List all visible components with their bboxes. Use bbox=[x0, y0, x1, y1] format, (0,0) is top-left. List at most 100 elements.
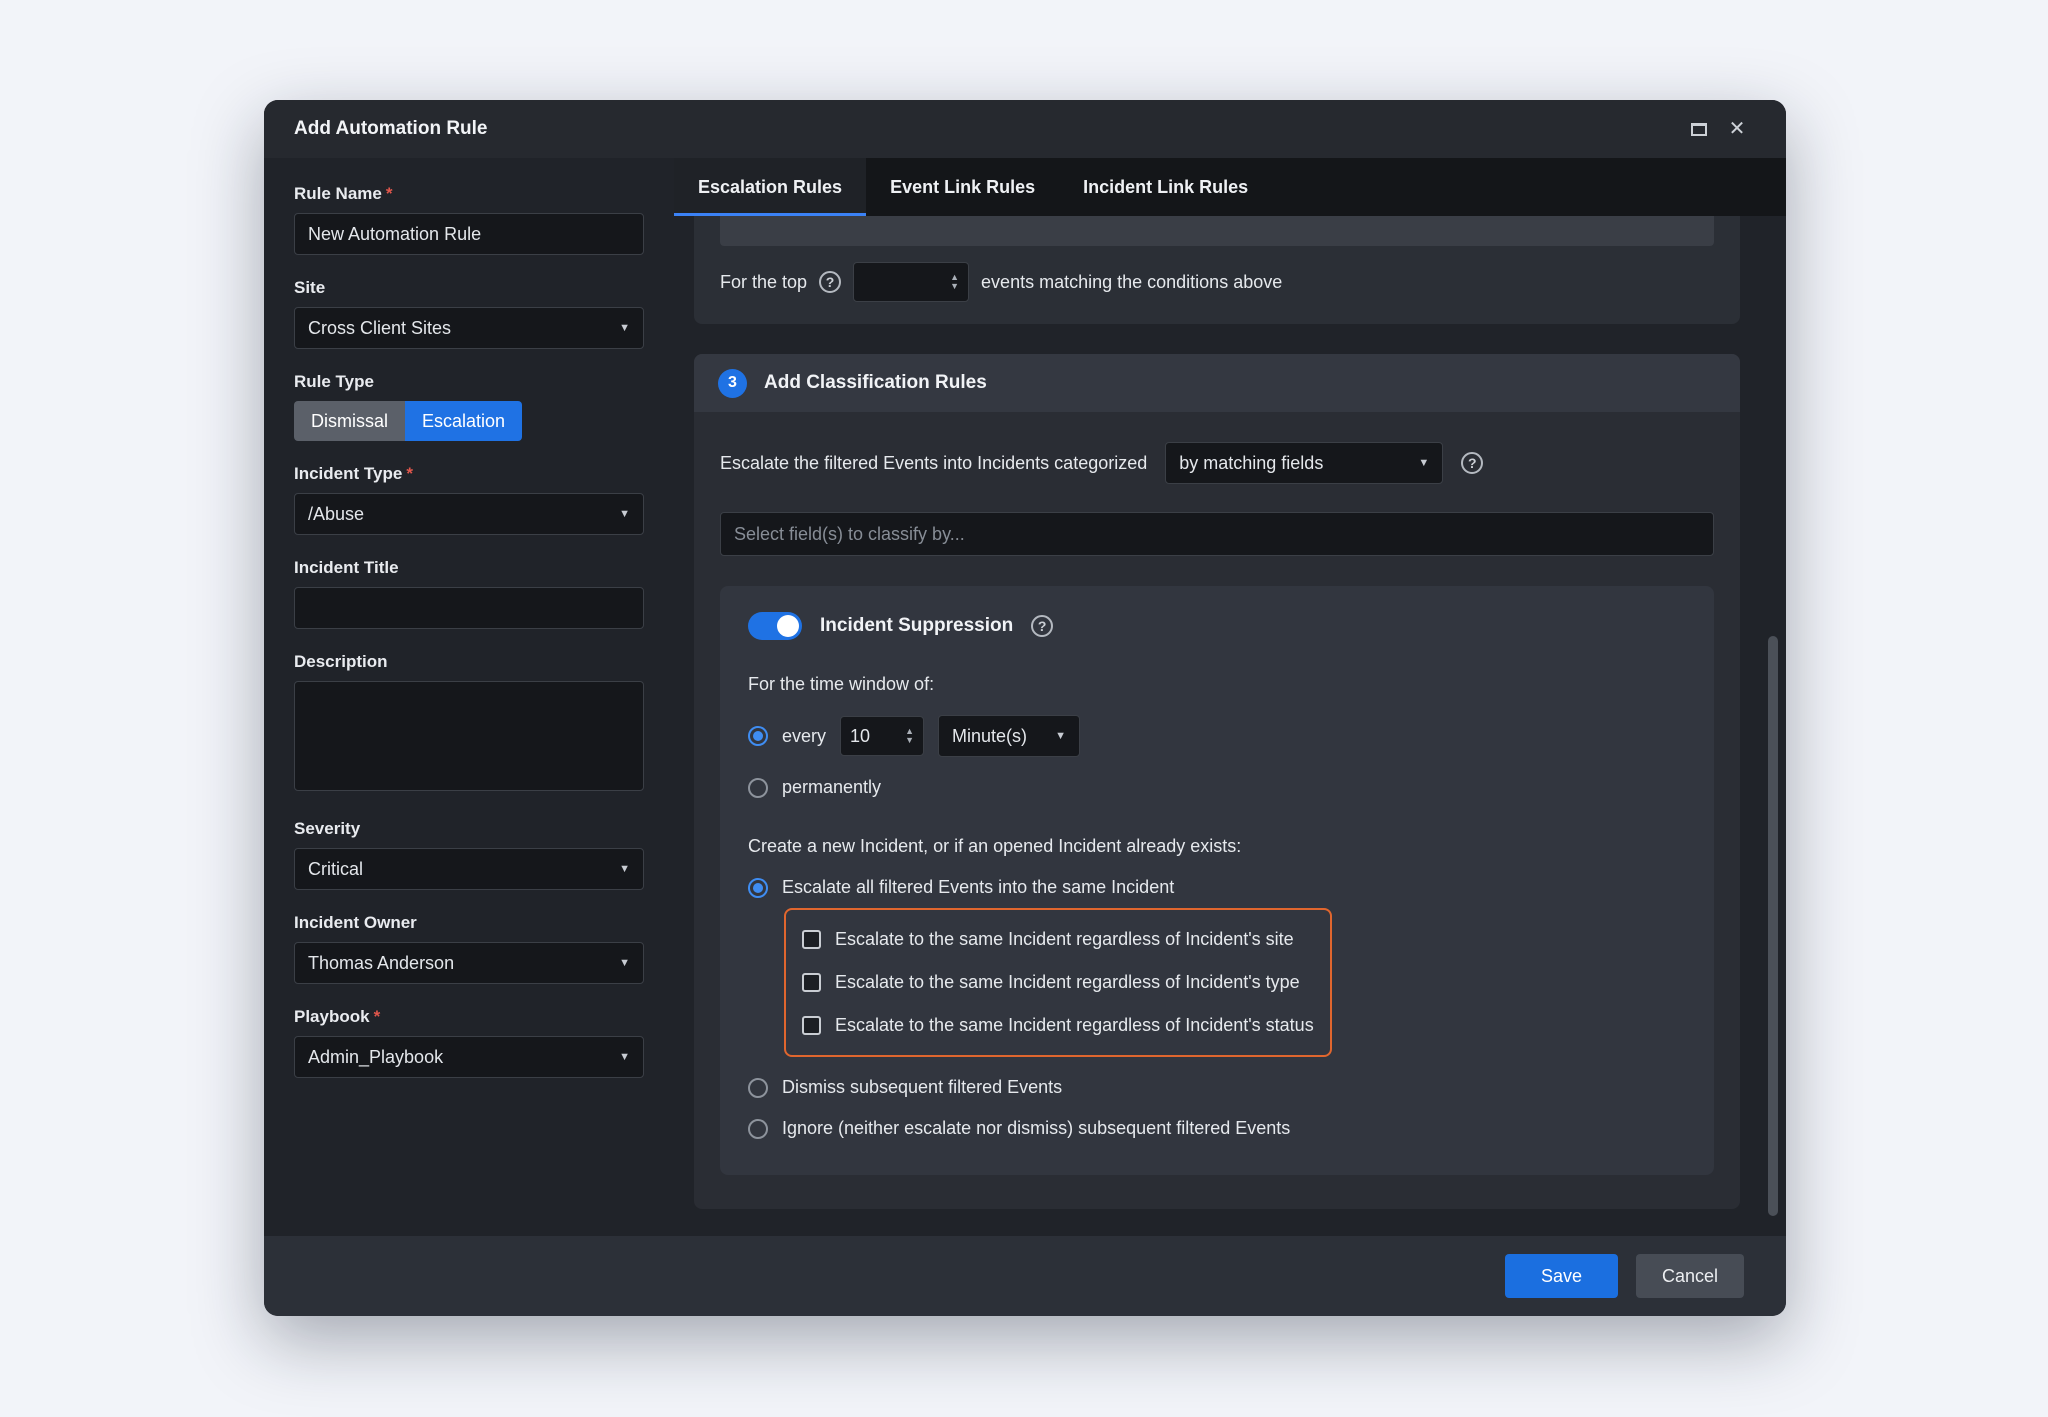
create-incident-prompt: Create a new Incident, or if an opened I… bbox=[748, 836, 1686, 857]
incident-type-label-text: Incident Type bbox=[294, 464, 402, 483]
playbook-label-text: Playbook bbox=[294, 1007, 370, 1026]
regardless-options-box: Escalate to the same Incident regardless… bbox=[784, 908, 1332, 1057]
categorize-method-select[interactable]: by matching fields ▼ bbox=[1165, 442, 1443, 484]
chevron-down-icon: ▼ bbox=[1418, 457, 1429, 469]
help-icon[interactable]: ? bbox=[1461, 452, 1483, 474]
close-button[interactable]: ✕ bbox=[1718, 110, 1756, 148]
dialog-body: Rule Name* Site Cross Client Sites ▼ Rul… bbox=[264, 158, 1786, 1236]
regardless-type-checkbox[interactable] bbox=[802, 973, 821, 992]
interval-stepper[interactable]: 10 ▲▼ bbox=[840, 716, 924, 756]
regardless-type-row: Escalate to the same Incident regardless… bbox=[802, 961, 1314, 1004]
classification-section-body: Escalate the filtered Events into Incide… bbox=[694, 412, 1740, 1209]
tab-escalation-rules[interactable]: Escalation Rules bbox=[674, 158, 866, 216]
chevron-down-icon: ▼ bbox=[619, 957, 630, 969]
permanently-label: permanently bbox=[782, 777, 881, 798]
escalation-button[interactable]: Escalation bbox=[405, 401, 522, 441]
incident-type-label: Incident Type* bbox=[294, 464, 644, 484]
field-site: Site Cross Client Sites ▼ bbox=[294, 278, 644, 349]
categorize-method-value: by matching fields bbox=[1179, 453, 1323, 474]
description-label: Description bbox=[294, 652, 644, 672]
incident-suppression-toggle[interactable] bbox=[748, 612, 802, 640]
regardless-site-label: Escalate to the same Incident regardless… bbox=[835, 929, 1294, 950]
maximize-button[interactable] bbox=[1680, 110, 1718, 148]
chevron-down-icon: ▼ bbox=[619, 322, 630, 334]
dismiss-label: Dismiss subsequent filtered Events bbox=[782, 1077, 1062, 1098]
rules-main-panel: Escalation Rules Event Link Rules Incide… bbox=[674, 158, 1786, 1236]
severity-select[interactable]: Critical ▼ bbox=[294, 848, 644, 890]
regardless-status-row: Escalate to the same Incident regardless… bbox=[802, 1004, 1314, 1047]
top-count-row: For the top ? ▲▼ events matching the con… bbox=[720, 262, 1714, 302]
dialog-header: Add Automation Rule ✕ bbox=[264, 100, 1786, 158]
chevron-down-icon: ▼ bbox=[619, 863, 630, 875]
regardless-site-checkbox[interactable] bbox=[802, 930, 821, 949]
permanently-radio-row: permanently bbox=[748, 777, 1686, 798]
tab-incident-link-rules[interactable]: Incident Link Rules bbox=[1059, 158, 1272, 216]
escalate-same-radio[interactable] bbox=[748, 878, 768, 898]
cancel-button[interactable]: Cancel bbox=[1636, 1254, 1744, 1298]
ignore-label: Ignore (neither escalate nor dismiss) su… bbox=[782, 1118, 1290, 1139]
severity-select-value: Critical bbox=[308, 859, 363, 880]
field-playbook: Playbook* Admin_Playbook ▼ bbox=[294, 1007, 644, 1078]
time-unit-value: Minute(s) bbox=[952, 726, 1027, 747]
time-unit-select[interactable]: Minute(s) ▼ bbox=[938, 715, 1080, 757]
stepper-arrows: ▲▼ bbox=[905, 727, 914, 745]
step-number-badge: 3 bbox=[718, 369, 747, 398]
description-textarea[interactable] bbox=[294, 681, 644, 791]
rule-name-input[interactable] bbox=[294, 213, 644, 255]
every-radio[interactable] bbox=[748, 726, 768, 746]
event-limit-panel: For the top ? ▲▼ events matching the con… bbox=[694, 216, 1740, 324]
dismiss-radio[interactable] bbox=[748, 1078, 768, 1098]
permanently-radio[interactable] bbox=[748, 778, 768, 798]
incident-owner-select[interactable]: Thomas Anderson ▼ bbox=[294, 942, 644, 984]
vertical-scrollbar[interactable] bbox=[1768, 636, 1778, 1216]
rule-type-segmented: Dismissal Escalation bbox=[294, 401, 522, 441]
rule-name-label: Rule Name* bbox=[294, 184, 644, 204]
truncated-field[interactable] bbox=[720, 216, 1714, 246]
incident-suppression-title: Incident Suppression bbox=[820, 615, 1013, 637]
help-icon[interactable]: ? bbox=[1031, 615, 1053, 637]
dismiss-radio-row: Dismiss subsequent filtered Events bbox=[748, 1077, 1686, 1098]
dismissal-button[interactable]: Dismissal bbox=[294, 401, 405, 441]
every-radio-row: every 10 ▲▼ Minute(s) ▼ bbox=[748, 715, 1686, 757]
field-incident-owner: Incident Owner Thomas Anderson ▼ bbox=[294, 913, 644, 984]
help-icon[interactable]: ? bbox=[819, 271, 841, 293]
incident-type-select-value: /Abuse bbox=[308, 504, 364, 525]
save-button[interactable]: Save bbox=[1505, 1254, 1618, 1298]
regardless-status-checkbox[interactable] bbox=[802, 1016, 821, 1035]
escalation-rules-content: For the top ? ▲▼ events matching the con… bbox=[674, 216, 1786, 1236]
ignore-radio[interactable] bbox=[748, 1119, 768, 1139]
classification-section-title: Add Classification Rules bbox=[764, 372, 987, 394]
field-incident-title: Incident Title bbox=[294, 558, 644, 629]
site-select-value: Cross Client Sites bbox=[308, 318, 451, 339]
dialog-footer: Save Cancel bbox=[264, 1236, 1786, 1316]
ignore-radio-row: Ignore (neither escalate nor dismiss) su… bbox=[748, 1118, 1686, 1139]
playbook-select[interactable]: Admin_Playbook ▼ bbox=[294, 1036, 644, 1078]
add-automation-rule-dialog: Add Automation Rule ✕ Rule Name* Site Cr… bbox=[264, 100, 1786, 1316]
site-select[interactable]: Cross Client Sites ▼ bbox=[294, 307, 644, 349]
regardless-status-label: Escalate to the same Incident regardless… bbox=[835, 1015, 1314, 1036]
field-description: Description bbox=[294, 652, 644, 796]
regardless-type-label: Escalate to the same Incident regardless… bbox=[835, 972, 1300, 993]
incident-title-input[interactable] bbox=[294, 587, 644, 629]
toggle-knob bbox=[777, 615, 799, 637]
categorize-row: Escalate the filtered Events into Incide… bbox=[720, 442, 1714, 484]
dialog-title: Add Automation Rule bbox=[294, 118, 1680, 140]
site-label: Site bbox=[294, 278, 644, 298]
classify-fields-input[interactable] bbox=[720, 512, 1714, 556]
severity-label: Severity bbox=[294, 819, 644, 839]
regardless-site-row: Escalate to the same Incident regardless… bbox=[802, 918, 1314, 961]
tab-event-link-rules[interactable]: Event Link Rules bbox=[866, 158, 1059, 216]
rule-type-label: Rule Type bbox=[294, 372, 644, 392]
field-severity: Severity Critical ▼ bbox=[294, 819, 644, 890]
rule-form-sidebar: Rule Name* Site Cross Client Sites ▼ Rul… bbox=[264, 158, 674, 1236]
stepper-down-icon[interactable]: ▼ bbox=[905, 736, 914, 745]
incident-type-select[interactable]: /Abuse ▼ bbox=[294, 493, 644, 535]
suppression-header: Incident Suppression ? bbox=[748, 612, 1686, 640]
top-count-stepper[interactable]: ▲▼ bbox=[853, 262, 969, 302]
classification-section-header: 3 Add Classification Rules bbox=[694, 354, 1740, 412]
required-asterisk: * bbox=[386, 184, 393, 203]
stepper-down-icon[interactable]: ▼ bbox=[950, 282, 959, 291]
incident-suppression-panel: Incident Suppression ? For the time wind… bbox=[720, 586, 1714, 1175]
escalate-same-label: Escalate all filtered Events into the sa… bbox=[782, 877, 1174, 898]
incident-owner-select-value: Thomas Anderson bbox=[308, 953, 454, 974]
